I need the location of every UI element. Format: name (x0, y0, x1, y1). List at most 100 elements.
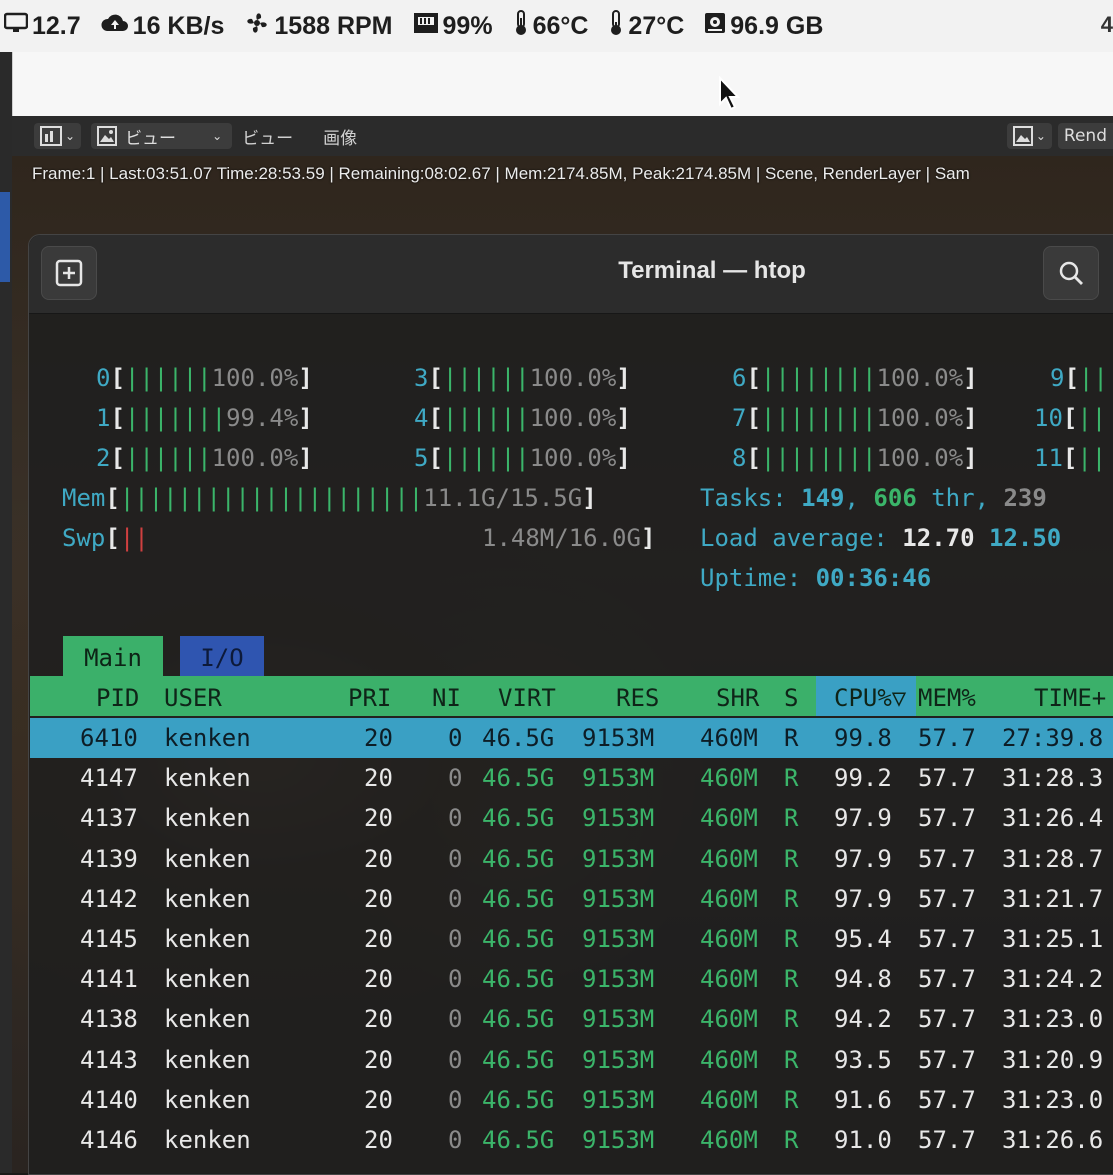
status-ambient-temp[interactable]: 27°C (608, 10, 684, 42)
image-browse-button[interactable]: ⌄ (1006, 123, 1052, 149)
process-virt: 46.5G (482, 965, 555, 994)
process-res: 9153M (582, 1085, 655, 1114)
process-mem: 57.7 (918, 1126, 976, 1154)
process-row[interactable]: 4147 kenken 20 0 46.5G 9153M 460M R 99.2 57.7 31:2… (0, 758, 1113, 798)
menu-image[interactable]: 画像 (323, 124, 357, 149)
image-icon (1012, 126, 1033, 146)
status-disk-value: 96.9 GB (730, 11, 824, 40)
blender-image-editor-header: ⌄ ビュー ⌄ ビュー 画像 ⌄ Rend (12, 116, 1113, 156)
process-row[interactable]: 4143 kenken 20 0 46.5G 9153M 460M R 93.5 57.7 31:2… (0, 1040, 1113, 1080)
chevron-down-icon: ⌄ (1035, 129, 1046, 143)
column-pid[interactable]: PID (96, 676, 139, 720)
editor-type-button[interactable]: ⌄ (34, 123, 82, 149)
status-memory[interactable]: 99% (413, 12, 493, 41)
status-load[interactable]: 12.7 (3, 12, 81, 41)
process-res: 9153M (582, 764, 655, 793)
tab-main[interactable]: Main (63, 636, 163, 676)
process-time: 27:39.8 (1002, 724, 1104, 752)
cpu-meter: 6[||||||||100.0%] (732, 364, 978, 392)
process-user: kenken (164, 1126, 251, 1154)
process-res: 9153M (582, 1005, 655, 1034)
left-panel-accent (0, 192, 10, 282)
process-pid: 4145 (80, 925, 138, 953)
process-shr: 460M (700, 925, 758, 953)
process-user: kenken (164, 1045, 251, 1074)
process-time: 31:28.3 (1002, 764, 1104, 793)
memory-chip-icon (413, 12, 439, 40)
process-row[interactable]: 4145 kenken 20 0 46.5G 9153M 460M R 95.4 57.7 31:2… (0, 919, 1113, 959)
process-res: 9153M (582, 925, 655, 953)
status-memory-value: 99% (442, 11, 493, 40)
process-user: kenken (164, 925, 251, 953)
status-ambient-temp-value: 27°C (628, 11, 685, 40)
chevron-down-icon: ⌄ (65, 129, 76, 143)
process-cpu: 95.4 (834, 925, 892, 953)
process-row[interactable]: 4141 kenken 20 0 46.5G 9153M 460M R 94.8 57.7 31:2… (0, 959, 1113, 999)
tasks-meter: Tasks: 149, 606 thr, 239 (700, 484, 1047, 512)
process-row-selected[interactable]: 6410 kenken 20 0 46.5G 9153M 460M R 99.8 57.7 27:3… (0, 718, 1113, 758)
process-mem: 57.7 (918, 724, 976, 752)
process-pri: 20 (364, 925, 393, 953)
process-shr: 460M (700, 1126, 758, 1154)
monitor-icon (3, 12, 29, 40)
status-disk[interactable]: 96.9 GB (704, 12, 823, 41)
column-cpu[interactable]: CPU%▽ (834, 676, 906, 720)
status-cpu-temp[interactable]: 66°C (513, 10, 588, 42)
process-shr: 460M (700, 1005, 758, 1034)
terminal-titlebar: Terminal — htop (29, 235, 1113, 314)
process-shr: 460M (700, 1045, 758, 1074)
render-result-field[interactable]: Rend (1057, 123, 1113, 149)
status-fan[interactable]: 1588 RPM (244, 10, 393, 42)
process-ni: 0 (448, 804, 463, 833)
process-shr: 460M (700, 804, 758, 833)
column-user[interactable]: USER (164, 676, 222, 720)
column-state[interactable]: S (784, 676, 798, 720)
column-shr[interactable]: SHR (716, 676, 759, 720)
process-virt: 46.5G (482, 1085, 555, 1114)
process-row[interactable]: 4138 kenken 20 0 46.5G 9153M 460M R 94.2 57.7 31:2… (0, 999, 1113, 1039)
status-network[interactable]: 16 KB/s (101, 11, 225, 41)
process-user: kenken (164, 804, 251, 833)
process-row[interactable]: 4140 kenken 20 0 46.5G 9153M 460M R 91.6 57.7 31:2… (0, 1080, 1113, 1120)
process-row[interactable]: 4139 kenken 20 0 46.5G 9153M 460M R 97.9 57.7 31:2… (0, 839, 1113, 879)
process-cpu: 91.0 (834, 1126, 892, 1154)
column-mem[interactable]: MEM% (918, 676, 976, 720)
process-cpu: 94.2 (834, 1005, 892, 1034)
view-mode-dropdown[interactable]: ビュー ⌄ (91, 123, 233, 149)
process-pri: 20 (364, 884, 393, 913)
process-state: R (784, 764, 799, 793)
process-pri: 20 (364, 764, 393, 793)
column-res[interactable]: RES (616, 676, 659, 720)
process-row[interactable]: 4142 kenken 20 0 46.5G 9153M 460M R 97.9 57.7 31:2… (0, 879, 1113, 919)
process-ni: 0 (448, 1045, 463, 1074)
search-button[interactable] (1043, 246, 1099, 300)
process-row[interactable]: 4137 kenken 20 0 46.5G 9153M 460M R 97.9 57.7 31:2… (0, 798, 1113, 838)
render-frame-info: Frame:1 | Last:03:51.07 Time:28:53.59 | … (32, 164, 970, 183)
process-ni: 0 (448, 925, 463, 953)
process-state: R (784, 925, 799, 953)
tab-io[interactable]: I/O (180, 636, 264, 676)
process-state: R (784, 844, 799, 873)
cpu-meter: 1[|||||||99.4%] (96, 404, 313, 432)
column-pri[interactable]: PRI (348, 676, 391, 720)
process-mem: 57.7 (918, 1085, 976, 1114)
column-ni[interactable]: NI (432, 676, 461, 720)
status-network-value: 16 KB/s (132, 11, 225, 40)
menu-bar-status: 12.7 16 KB/s 1588 RPM 99% 66°C 27°C 96.9… (0, 0, 1113, 52)
process-state: R (784, 1085, 799, 1114)
process-cpu: 94.8 (834, 965, 892, 994)
process-state: R (784, 1045, 799, 1074)
column-time[interactable]: TIME+ (1034, 676, 1106, 720)
process-res: 9153M (582, 724, 655, 752)
process-pid: 4139 (80, 844, 138, 873)
process-user: kenken (164, 1085, 251, 1114)
thermometer-icon (513, 10, 529, 42)
process-pid: 4137 (80, 804, 138, 833)
menu-view[interactable]: ビュー (242, 124, 293, 149)
process-time: 31:23.0 (1002, 1005, 1104, 1034)
process-user: kenken (164, 724, 251, 752)
column-virt[interactable]: VIRT (498, 676, 556, 720)
process-mem: 57.7 (918, 764, 976, 793)
process-row[interactable]: 4146 kenken 20 0 46.5G 9153M 460M R 91.0 57.7 31:2… (0, 1120, 1113, 1160)
process-res: 9153M (582, 965, 655, 994)
